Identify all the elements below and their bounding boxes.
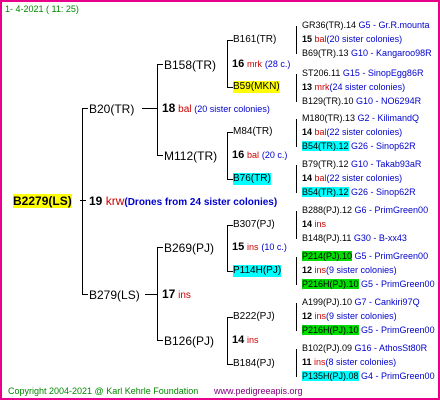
connector	[82, 108, 83, 294]
g5-row-9: B148(PJ).11 G30 - B-xx43	[302, 233, 407, 243]
g5-row-5: B54(TR).12 G26 - Sinop62R	[302, 141, 416, 151]
connector	[296, 165, 297, 193]
queen-b126[interactable]: B126(PJ)	[164, 334, 214, 348]
g5-row-3: B129(TR).10 G10 - NO6294R	[302, 96, 422, 106]
connector	[296, 303, 297, 331]
g5-mating-7: 11 ins(8 sister colonies)	[302, 357, 397, 367]
g5-row-7: B54(TR).12 G26 - Sinop62R	[302, 187, 416, 197]
connector	[80, 200, 86, 201]
g5-row-0: GR36(TR).14 G5 - Gr.R.mounta	[302, 20, 430, 30]
header-date: 1- 4-2021 ( 11: 25)	[5, 4, 79, 14]
connector	[82, 294, 88, 295]
g2b-mating: 17 ins	[162, 287, 191, 301]
g5-mating-6: 12 ins(9 sister colonies)	[302, 311, 397, 321]
g3d-mating: 14 ins	[232, 334, 259, 346]
connector	[296, 211, 297, 239]
footer-copyright: Copyright 2004-2021 @ Karl Kehrle Founda…	[8, 386, 199, 396]
g5-row-11: P216H(PJ).10 G5 - PrimGreen00	[302, 279, 435, 289]
subject-queen[interactable]: B2279(LS)	[13, 194, 72, 208]
queen-b158[interactable]: B158(TR)	[164, 58, 216, 72]
g5-row-2: ST206.11 G15 - SinopEgg86R	[302, 68, 424, 78]
g5-row-10: P214(PJ).10 G5 - PrimGreen00	[302, 251, 429, 261]
queen-m112[interactable]: M112(TR)	[164, 149, 217, 163]
g3c-mating: 15 ins (10 c.)	[232, 241, 287, 253]
queen-b161[interactable]: B161(TR)	[233, 34, 276, 46]
queen-b59[interactable]: B59(MKN)	[233, 81, 280, 93]
g3a-mating: 16 mrk (28 c.)	[232, 58, 291, 70]
connector	[227, 132, 228, 179]
connector	[296, 26, 297, 54]
connector	[296, 257, 297, 285]
connector	[227, 317, 228, 364]
pedigree-frame: 1- 4-2021 ( 11: 25) B2279(LS) 19 krw(Dro…	[0, 0, 440, 400]
g5-row-12: A199(PJ).10 G7 - Cankiri97Q	[302, 297, 420, 307]
g5-row-8: B288(PJ).12 G6 - PrimGreen00	[302, 205, 429, 215]
subject-year: 19	[89, 194, 103, 208]
subject-code: krw	[105, 194, 125, 208]
g5-row-13: P216H(PJ).10 G5 - PrimGreen00	[302, 325, 435, 335]
g5-row-1: B69(TR).13 G10 - Kangaroo98R	[302, 48, 432, 58]
queen-b222[interactable]: B222(PJ)	[233, 311, 275, 323]
g3b-mating: 16 bal (20 c.)	[232, 149, 288, 161]
connector	[227, 40, 228, 87]
g5-row-15: P135H(PJ).08 G4 - PrimGreen00	[302, 371, 435, 381]
connector	[157, 247, 163, 248]
footer-site-link[interactable]: www.pedigreeapis.org	[214, 386, 303, 397]
subject-note: (Drones from 24 sister colonies)	[124, 197, 278, 208]
g2a-mating: 18 bal (20 sister colonies)	[162, 101, 270, 115]
g5-mating-3: 14 bal(22 sister colonies)	[302, 173, 403, 183]
connector	[157, 340, 163, 341]
g5-mating-0: 15 bal(20 sister colonies)	[302, 34, 403, 44]
connector	[145, 294, 157, 295]
mother-queen[interactable]: B279(LS)	[89, 288, 140, 302]
g5-row-6: B79(TR).12 G10 - Takab93aR	[302, 159, 422, 169]
g5-mating-2: 14 bal(22 sister colonies)	[302, 127, 403, 137]
g5-mating-4: 14 ins	[302, 219, 327, 229]
queen-b76[interactable]: B76(TR)	[233, 173, 271, 185]
connector	[296, 119, 297, 147]
connector	[296, 74, 297, 102]
g5-mating-1: 13 mrk(24 sister colonies)	[302, 82, 406, 92]
subject-mating: 19 krw(Drones from 24 sister colonies)	[89, 194, 277, 210]
g5-row-14: B102(PJ).09 G16 - AthosSt80R	[302, 343, 428, 353]
g5-row-4: M180(TR).13 G2 - KilimandQ	[302, 113, 420, 123]
connector	[227, 225, 228, 271]
queen-b269[interactable]: B269(PJ)	[164, 241, 214, 255]
g5-mating-5: 12 ins(9 sister colonies)	[302, 265, 397, 275]
connector	[82, 108, 88, 109]
connector	[157, 64, 163, 65]
queen-b184[interactable]: B184(PJ)	[233, 358, 275, 370]
queen-p114h[interactable]: P114H(PJ)	[233, 265, 282, 277]
connector	[142, 108, 157, 109]
connector	[157, 64, 158, 155]
connector	[157, 155, 163, 156]
connector	[157, 247, 158, 340]
queen-b307[interactable]: B307(PJ)	[233, 219, 275, 231]
connector	[296, 349, 297, 377]
father-queen[interactable]: B20(TR)	[89, 102, 134, 116]
queen-m84[interactable]: M84(TR)	[233, 126, 272, 138]
